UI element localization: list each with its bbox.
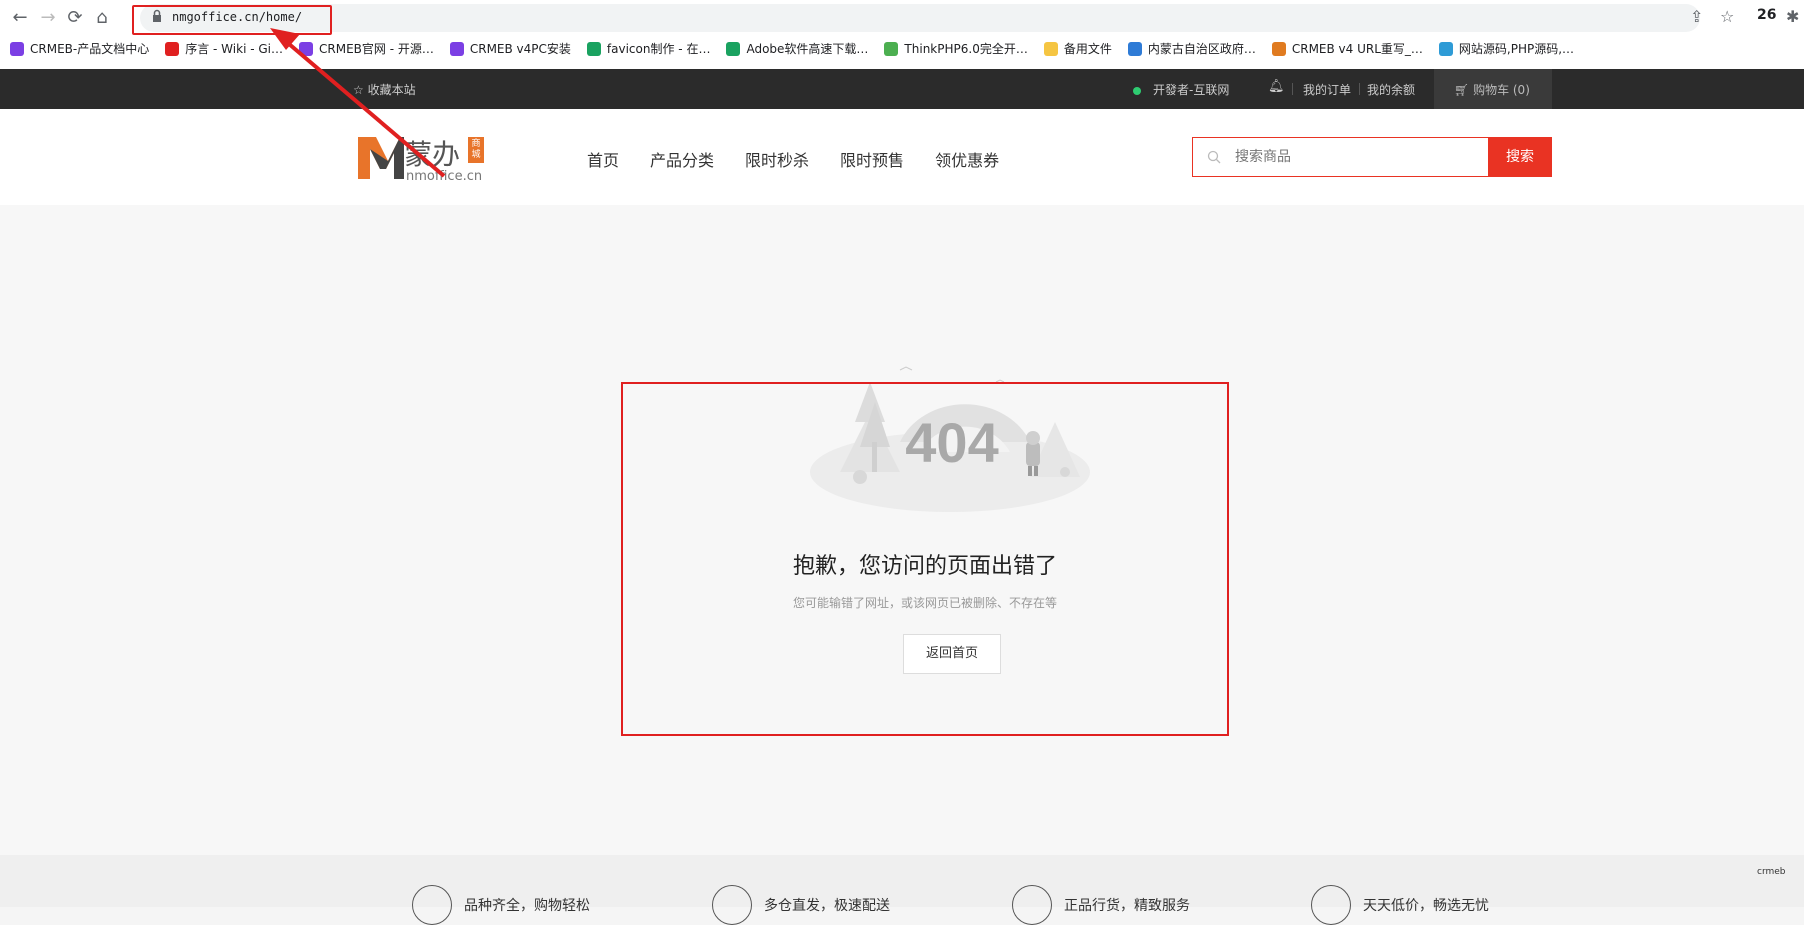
site-topbar: ☆ 收藏本站 开發者-互联网 🔔︎ 我的订单 我的余额 🛒︎ 购物车 (0)	[0, 69, 1804, 109]
favicon-t-icon	[586, 41, 601, 56]
logo-text: 蒙办	[404, 138, 461, 171]
bookmark-item[interactable]: CRMEB v4PC安装	[449, 40, 571, 57]
search-button[interactable]: 搜索	[1488, 137, 1552, 177]
favorite-link[interactable]: ☆ 收藏本站	[353, 81, 416, 98]
menu-item-presale[interactable]: 限时预售	[840, 151, 904, 170]
bookmark-item[interactable]: CRMEB-产品文档中心	[10, 40, 149, 57]
crmeb-c-icon	[449, 41, 464, 56]
reload-icon[interactable]: ⟳	[63, 7, 87, 29]
bookmark-item[interactable]: favicon制作 - 在…	[586, 40, 711, 57]
bookmark-item[interactable]: CRMEB v4 URL重写_…	[1271, 40, 1423, 57]
menu-item-categories[interactable]: 产品分类	[650, 151, 714, 170]
adobe-icon	[726, 41, 741, 56]
search-box: 搜索	[1192, 137, 1552, 177]
bookmark-label: 内蒙古自治区政府…	[1147, 42, 1256, 56]
annotation-url-box	[132, 5, 332, 35]
bookmarks-bar: CRMEB-产品文档中心 序言 - Wiki - Gi… CRMEB官网 - 开源……	[10, 40, 1590, 62]
menu-item-flash-sale[interactable]: 限时秒杀	[745, 151, 809, 170]
bookmark-label: CRMEB v4PC安装	[469, 42, 571, 56]
bookmark-item[interactable]: CRMEB官网 - 开源…	[299, 40, 434, 57]
bookmark-label: CRMEB-产品文档中心	[30, 42, 150, 56]
footer-feature: 天天低价，畅选无忧	[1311, 885, 1489, 925]
thinkphp-icon	[884, 41, 899, 56]
footer-feature: 正品行货，精致服务	[1012, 885, 1190, 925]
crmeb-c-icon	[299, 41, 313, 56]
forward-arrow-icon[interactable]: →	[36, 7, 60, 29]
logo-domain: nmoffice.cn	[406, 169, 483, 184]
divider	[1292, 83, 1293, 95]
folder-icon	[1043, 41, 1058, 56]
favorite-label: 收藏本站	[367, 83, 416, 97]
annotation-error-box	[621, 382, 1229, 736]
feature-text: 正品行货，精致服务	[1064, 898, 1190, 914]
developer-label[interactable]: 开發者-互联网	[1133, 81, 1229, 98]
back-arrow-icon[interactable]: ←	[8, 7, 32, 29]
star-icon: ☆	[353, 83, 364, 97]
footer-feature: 品种齐全，购物轻松	[412, 885, 590, 925]
wiki-icon	[165, 41, 180, 56]
star-bookmark-icon[interactable]: ☆	[1720, 7, 1734, 26]
truck-icon	[712, 885, 752, 925]
my-balance-link[interactable]: 我的余额	[1367, 81, 1415, 98]
crmeb-c-icon	[10, 41, 24, 56]
search-icon	[1207, 150, 1221, 164]
feature-text: 天天低价，畅选无忧	[1363, 898, 1489, 914]
bookmark-item[interactable]: 网站源码,PHP源码,…	[1438, 40, 1575, 57]
bookmark-label: 序言 - Wiki - Gi…	[185, 42, 283, 56]
bookmark-item[interactable]: 内蒙古自治区政府…	[1127, 40, 1256, 57]
bookmark-label: CRMEB官网 - 开源…	[319, 42, 434, 56]
bookmark-item[interactable]: Adobe软件高速下载…	[726, 40, 868, 57]
shield-icon	[1012, 885, 1052, 925]
bookmark-label: CRMEB v4 URL重写_…	[1291, 42, 1423, 56]
bookmark-label: favicon制作 - 在…	[606, 42, 711, 56]
extensions-icon[interactable]: ✱	[1786, 7, 1799, 26]
bookmark-label: 网站源码,PHP源码,…	[1458, 42, 1575, 56]
menu-item-home[interactable]: 首页	[587, 151, 619, 170]
developer-text: 开發者-互联网	[1153, 83, 1230, 97]
footer-feature: 多仓直发，极速配送	[712, 885, 890, 925]
bookmark-label: Adobe软件高速下载…	[746, 42, 869, 56]
box-icon	[412, 885, 452, 925]
address-bar[interactable]	[140, 4, 1700, 32]
site-footer: 品种齐全，购物轻松 多仓直发，极速配送 正品行货，精致服务 天天低价，畅选无忧	[0, 855, 1804, 925]
bookmark-item[interactable]: 备用文件	[1043, 40, 1112, 57]
cart-icon: 🛒︎	[1454, 83, 1470, 97]
crmeb-hex-icon	[1271, 41, 1286, 56]
site-logo[interactable]: 蒙办 商城 nmoffice.cn	[356, 129, 486, 185]
feature-text: 多仓直发，极速配送	[764, 898, 890, 914]
bookmark-item[interactable]: 序言 - Wiki - Gi…	[165, 40, 283, 57]
cart-button[interactable]: 🛒︎ 购物车 (0)	[1434, 69, 1552, 109]
share-icon[interactable]: ⇪	[1690, 7, 1703, 26]
cart-label: 购物车 (0)	[1473, 83, 1530, 97]
menu-item-coupons[interactable]: 领优惠券	[935, 151, 999, 170]
gov-icon	[1127, 41, 1142, 56]
corner-brand: crmeb	[1757, 867, 1786, 877]
tab-counter[interactable]: 26	[1757, 7, 1776, 23]
logo-badge: 商城	[468, 137, 484, 163]
divider	[1359, 83, 1360, 95]
bookmark-label: ThinkPHP6.0完全开…	[904, 42, 1028, 56]
my-orders-link[interactable]: 我的订单	[1303, 81, 1351, 98]
main-menu: 首页 产品分类 限时秒杀 限时预售 领优惠券	[587, 147, 1030, 171]
bookmark-label: 备用文件	[1063, 42, 1112, 56]
price-tag-icon	[1311, 885, 1351, 925]
bookmark-item[interactable]: ThinkPHP6.0完全开…	[884, 40, 1028, 57]
search-input[interactable]	[1233, 146, 1483, 168]
status-dot-icon	[1133, 86, 1141, 95]
cloud-icon	[1438, 41, 1453, 56]
home-icon[interactable]: ⌂	[90, 7, 114, 29]
feature-text: 品种齐全，购物轻松	[464, 898, 590, 914]
site-header: 蒙办 商城 nmoffice.cn 首页 产品分类 限时秒杀 限时预售 领优惠券 搜索	[0, 109, 1804, 205]
bell-icon[interactable]: 🔔︎	[1268, 79, 1285, 94]
